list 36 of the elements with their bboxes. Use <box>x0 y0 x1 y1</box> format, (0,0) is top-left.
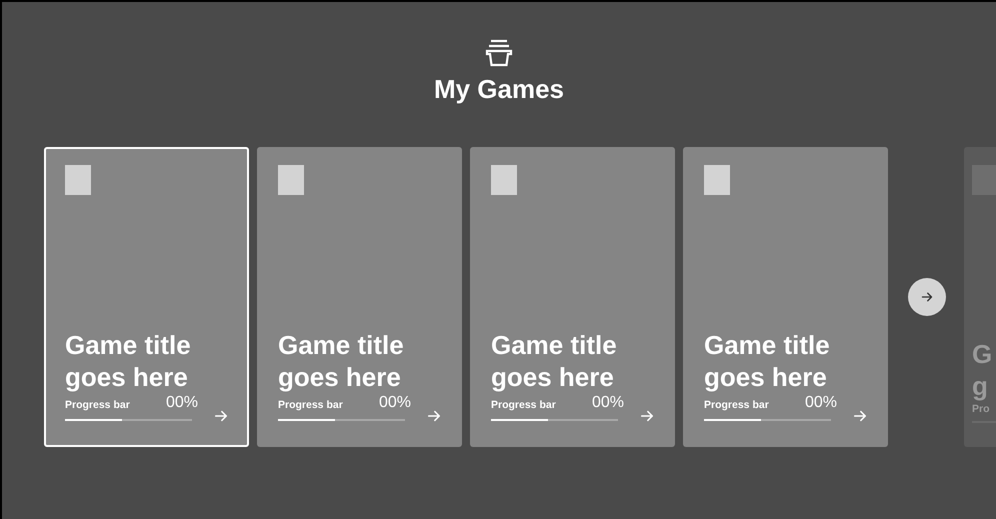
percent-text: 00% <box>166 395 198 411</box>
thumbnail-placeholder <box>704 165 730 195</box>
stacked-tray-icon <box>484 38 514 68</box>
game-title: goes here <box>704 361 828 393</box>
arrow-right-icon <box>427 409 441 423</box>
progress-label: Progress bar <box>704 400 769 411</box>
thumbnail-placeholder <box>65 165 91 195</box>
thumbnail-placeholder <box>278 165 304 195</box>
game-title: goes here <box>278 361 402 393</box>
percent-text: 00% <box>804 395 837 411</box>
progress-label: Progress bar <box>278 400 343 411</box>
game-title: Game title <box>491 329 618 361</box>
arrow-right-icon <box>853 409 867 423</box>
game-card[interactable]: Game title goes here Progress bar 00% <box>470 147 675 447</box>
game-card[interactable]: Game title goes here Progress bar 00% <box>44 147 249 447</box>
game-title: Game title <box>65 329 192 361</box>
arrow-right-icon <box>214 409 228 423</box>
game-card[interactable]: Game title goes here Progress bar 00% <box>257 147 462 447</box>
arrow-right-icon <box>640 409 654 423</box>
percent-text: 00% <box>378 395 411 411</box>
game-card[interactable]: Game title goes here Progress bar 00% <box>683 147 888 447</box>
game-title: Game title <box>704 329 831 361</box>
next-button[interactable] <box>908 278 946 316</box>
game-card[interactable]: G g Pro <box>964 147 996 447</box>
arrow-right-icon <box>921 291 933 303</box>
thumbnail-placeholder <box>491 165 517 195</box>
game-title: G <box>972 338 994 370</box>
game-title: Game title <box>278 329 405 361</box>
progress-label: Pro <box>972 404 990 415</box>
game-title: g <box>972 370 989 402</box>
game-title: goes here <box>491 361 615 393</box>
percent-text: 00% <box>592 395 624 411</box>
game-title: goes here <box>65 361 189 393</box>
page-title: My Games <box>434 76 564 102</box>
progress-label: Progress bar <box>65 400 130 411</box>
progress-label: Progress bar <box>491 400 556 411</box>
